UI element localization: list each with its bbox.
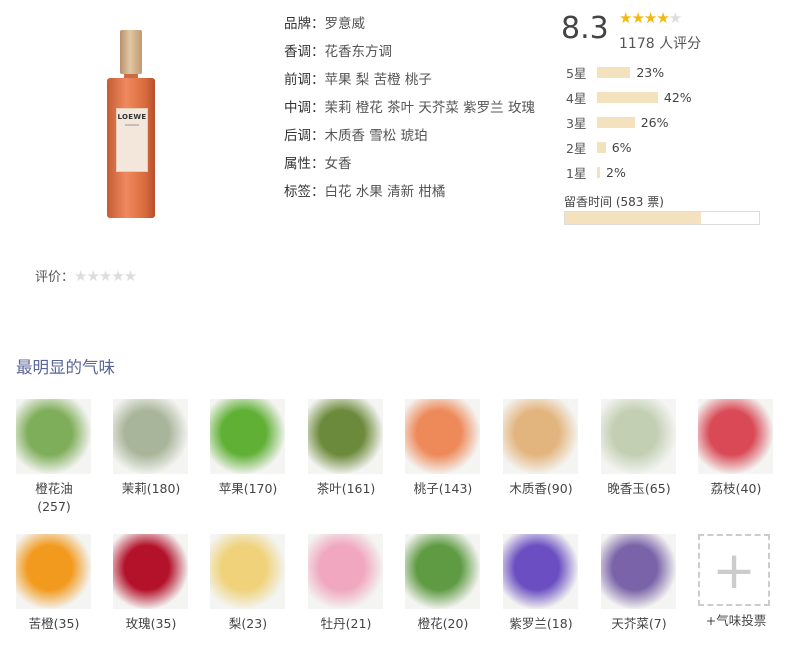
note-image[interactable] [210,534,285,609]
note-tile[interactable]: 茶叶(161) [308,399,384,498]
note-name[interactable]: 橙花油(257) [31,480,77,516]
note-image[interactable] [405,534,480,609]
note-tile[interactable]: 橙花(20) [405,534,481,633]
note-name[interactable]: 紫罗兰(18) [503,615,579,633]
rating-bar-4 [597,92,658,103]
note-image[interactable] [503,534,578,609]
note-tile[interactable]: 苹果(170) [210,399,286,498]
note-tile[interactable]: 茉莉(180) [113,399,189,498]
note-image[interactable] [16,399,91,474]
note-tile[interactable]: 橙花油(257) [16,399,92,516]
review-stars[interactable]: ★★★★★ [74,267,137,285]
rating-bar-3 [597,117,635,128]
note-tile[interactable]: 梨(23) [210,534,286,633]
note-name[interactable]: 橙花(20) [405,615,481,633]
note-tile[interactable]: 天芥菜(7) [601,534,677,633]
longevity-bar [564,211,760,225]
note-tile[interactable]: 牡丹(21) [308,534,384,633]
info-family: 香调： 花香东方调 [284,44,392,60]
note-name[interactable]: 茶叶(161) [308,480,384,498]
note-image[interactable] [405,399,480,474]
info-base-notes: 后调： 木质香 雪松 琥珀 [284,128,428,144]
review: 评价：★★★★★ [35,266,137,285]
note-tile[interactable]: 晚香玉(65) [601,399,677,498]
note-image[interactable] [503,399,578,474]
rating-bar-2 [597,142,606,153]
note-name[interactable]: 梨(23) [210,615,286,633]
plus-icon[interactable]: + [698,534,770,606]
rating-distribution: 5星 23% 4星 42% 3星 26% 2星 6% 1星 2% [566,60,692,185]
note-name[interactable]: 苦橙(35) [16,615,92,633]
perfume-info: 品牌： 罗意威 香调： 花香东方调 前调： 苹果 梨 苦橙 桃子 中调： 茉莉 橙花 茶… [284,10,539,206]
note-tile[interactable]: 桃子(143) [405,399,481,498]
note-image[interactable] [113,399,188,474]
rating-bar-5 [597,67,631,78]
note-name[interactable]: 天芥菜(7) [601,615,677,633]
note-tile[interactable]: 苦橙(35) [16,534,92,633]
note-image[interactable] [601,534,676,609]
rating-bar-1 [597,167,600,178]
rating-score: 8.3 [561,11,609,46]
rating-row-1: 1星 2% [566,165,626,181]
note-tile[interactable]: 紫罗兰(18) [503,534,579,633]
note-name[interactable]: 苹果(170) [210,480,286,498]
note-image[interactable] [308,534,383,609]
note-name[interactable]: 荔枝(40) [698,480,774,498]
note-name[interactable]: 玫瑰(35) [113,615,189,633]
note-name[interactable]: 桃子(143) [405,480,481,498]
note-image[interactable] [210,399,285,474]
note-image[interactable] [308,399,383,474]
note-tile[interactable]: 木质香(90) [503,399,579,498]
note-image[interactable] [698,399,773,474]
info-gender: 属性： 女香 [284,156,352,172]
rating-row-2: 2星 6% [566,140,632,156]
rating-count: 1178 人评分 [619,36,702,52]
note-image[interactable] [16,534,91,609]
info-middle-notes: 中调： 茉莉 橙花 茶叶 天芥菜 紫罗兰 玫瑰 [284,100,535,116]
vote-button[interactable]: + +气味投票 [698,534,774,630]
info-tags: 标签： 白花 水果 清新 柑橘 [284,184,446,200]
note-name[interactable]: 茉莉(180) [113,480,189,498]
note-image[interactable] [601,399,676,474]
rating-stars: ★★★★★ [619,9,682,27]
note-image[interactable] [113,534,188,609]
longevity-label: 留香时间 (583 票) [564,195,664,209]
perfume-bottle-image: LOEWE [107,30,155,218]
rating-row-3: 3星 26% [566,115,669,131]
info-top-notes: 前调： 苹果 梨 苦橙 桃子 [284,72,432,88]
note-tile[interactable]: 玫瑰(35) [113,534,189,633]
note-name[interactable]: 牡丹(21) [308,615,384,633]
rating-row-5: 5星 23% [566,65,665,81]
note-name[interactable]: 木质香(90) [503,480,579,498]
notes-title: 最明显的气味 [16,358,115,377]
note-name[interactable]: 晚香玉(65) [601,480,677,498]
review-label: 评价： [35,270,75,285]
vote-label[interactable]: +气味投票 [698,612,774,630]
note-tile[interactable]: 荔枝(40) [698,399,774,498]
rating-row-4: 4星 42% [566,90,692,106]
info-brand: 品牌： 罗意威 [284,16,365,32]
